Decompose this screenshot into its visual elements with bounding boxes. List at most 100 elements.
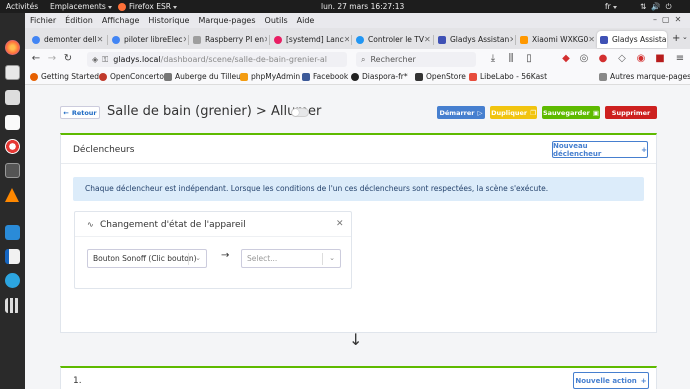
arrow-left-icon: ← <box>63 108 69 117</box>
tab[interactable]: [systemd] Lanc ✕ <box>271 31 349 48</box>
bookmark-icon <box>469 72 477 81</box>
tab-label: Gladys Assistan <box>450 35 510 44</box>
places-menu[interactable]: Emplacements <box>50 2 112 11</box>
arrow-right-icon: → <box>221 250 230 261</box>
close-window-icon[interactable]: ✕ <box>675 15 682 24</box>
writer-icon[interactable] <box>5 225 20 240</box>
camera-icon[interactable] <box>5 90 20 105</box>
library-icon[interactable]: ⫼ <box>504 52 518 66</box>
network-icon: ⇅ <box>640 1 647 11</box>
other-bookmarks[interactable]: Autres marque-pages <box>599 72 690 81</box>
lock-icon: ⚿ <box>102 54 109 64</box>
select-separator <box>188 253 189 265</box>
bookmark[interactable]: LibeLabo - 56Kast <box>469 72 547 81</box>
menu-edition[interactable]: Édition <box>65 16 93 25</box>
duplicate-label: Dupliquer <box>491 108 528 117</box>
menu-historique[interactable]: Historique <box>148 16 189 25</box>
back-button[interactable]: ← Retour <box>60 106 100 119</box>
gnome-top-bar: Activités Emplacements Firefox ESR lun. … <box>0 0 690 13</box>
close-tab-icon[interactable]: ✕ <box>264 35 267 44</box>
tab[interactable]: Raspberry PI en✕ <box>190 31 267 48</box>
extension-icon[interactable]: ◉ <box>634 52 648 66</box>
help-icon[interactable] <box>5 139 20 154</box>
mail-icon[interactable] <box>5 65 20 80</box>
activities-button[interactable]: Activités <box>6 2 38 11</box>
show-apps-icon[interactable] <box>5 298 20 313</box>
start-button[interactable]: Démarrer ▷ <box>437 106 485 119</box>
bookmark[interactable]: OpenConcerto <box>99 72 164 81</box>
tab[interactable]: piloter libreElec ✕ <box>109 31 186 48</box>
tab[interactable]: Xiaomi WXKG0 ✕ <box>517 31 594 48</box>
document-icon[interactable] <box>5 115 20 130</box>
tab[interactable]: Gladys Assistan ✕ <box>435 31 513 48</box>
close-tab-icon[interactable]: ✕ <box>588 35 594 44</box>
bookmark-label: phpMyAdmin <box>251 72 301 81</box>
clock[interactable]: lun. 27 mars 16:27:13 <box>321 2 404 11</box>
tab-active[interactable]: Gladys Assistan✕ <box>597 31 667 48</box>
menu-outils[interactable]: Outils <box>265 16 288 25</box>
vlc-icon[interactable] <box>5 188 20 203</box>
bookmark[interactable]: Diaspora-fr* <box>351 72 408 81</box>
diaspora-icon <box>351 72 359 81</box>
extension-icon[interactable]: ◆ <box>559 52 573 66</box>
close-icon[interactable]: ✕ <box>336 219 344 229</box>
state-select[interactable]: Select... ⌄ <box>241 249 341 268</box>
search-input[interactable]: ⌕ Rechercher <box>356 52 476 67</box>
menu-affichage[interactable]: Affichage <box>102 16 140 25</box>
text-document-icon[interactable] <box>5 249 20 264</box>
files-icon[interactable] <box>5 163 20 178</box>
menu-aide[interactable]: Aide <box>297 16 315 25</box>
delete-button[interactable]: Supprimer <box>605 106 657 119</box>
search-icon: ⌕ <box>361 54 366 64</box>
triggers-card-header: Déclencheurs Nouveau déclencheur + <box>61 135 656 164</box>
bookmark[interactable]: Getting Started <box>30 72 99 81</box>
extension-icon[interactable]: ◎ <box>577 52 591 66</box>
minimize-icon[interactable]: – <box>653 15 657 24</box>
bookmark[interactable]: OpenStore <box>415 72 466 81</box>
close-tab-icon[interactable]: ✕ <box>97 35 104 44</box>
tab[interactable]: demonter dell ✕ <box>29 31 105 48</box>
menu-hamburger-icon[interactable]: ≡ <box>673 52 687 66</box>
tab-label: demonter dell <box>44 35 97 44</box>
close-tab-icon[interactable]: ✕ <box>424 35 431 44</box>
url-bar[interactable]: ◈ ⚿ gladys.local/dashboard/scene/salle-d… <box>87 52 347 67</box>
vlc-cone <box>5 188 19 202</box>
close-tab-icon[interactable]: ✕ <box>509 35 513 44</box>
new-action-button[interactable]: Nouvelle action + <box>573 372 649 389</box>
menu-marque-pages[interactable]: Marque-pages <box>198 16 255 25</box>
tab[interactable]: Controler le TV ✕ <box>353 31 431 48</box>
facebook-icon <box>302 72 310 81</box>
close-tab-icon[interactable]: ✕ <box>344 35 349 44</box>
extension-icon[interactable]: ◇ <box>615 52 629 66</box>
device-select[interactable]: Bouton Sonoff (Clic bouton) ⌄ <box>87 249 207 268</box>
save-button[interactable]: Sauvegarder ▣ <box>542 106 600 119</box>
new-trigger-button[interactable]: Nouveau déclencheur + <box>552 141 648 158</box>
menubar: Fichier Édition Affichage Historique Mar… <box>25 13 690 28</box>
bookmark[interactable]: phpMyAdmin <box>240 72 300 81</box>
downloads-icon[interactable]: ⤓ <box>486 52 500 66</box>
tab-bar: demonter dell ✕ piloter libreElec ✕ Raspbe… <box>25 28 690 49</box>
duplicate-button[interactable]: Dupliquer ❐ <box>490 106 537 119</box>
bookmark[interactable]: Auberge du Tilleul <box>164 72 243 81</box>
keyboard-layout[interactable]: fr <box>605 2 617 11</box>
system-tray[interactable]: ⇅ 🔊 ⏻ <box>640 2 672 12</box>
extension-icon[interactable]: ■ <box>653 52 667 66</box>
telegram-icon[interactable] <box>5 273 20 288</box>
back-icon[interactable]: ← <box>29 52 43 66</box>
close-tab-icon[interactable]: ✕ <box>183 35 186 44</box>
extension-icon[interactable]: ● <box>596 52 610 66</box>
scene-active-toggle[interactable] <box>291 108 309 117</box>
bookmark[interactable]: Facebook <box>302 72 348 81</box>
firefox-icon[interactable] <box>5 40 20 55</box>
favicon-icon <box>112 35 120 44</box>
list-tabs-icon[interactable]: ⌄ <box>682 33 688 41</box>
menu-fichier[interactable]: Fichier <box>30 16 56 25</box>
tab-label: Gladys Assistan <box>612 35 667 44</box>
keyboard-layout-label: fr <box>605 2 611 11</box>
maximize-icon[interactable]: ▢ <box>662 15 670 24</box>
reload-icon[interactable]: ↻ <box>61 52 75 66</box>
sidebar-icon[interactable]: ▯ <box>522 52 536 66</box>
forward-icon[interactable]: → <box>45 52 59 66</box>
new-tab-icon[interactable]: + <box>672 33 680 44</box>
app-menu[interactable]: Firefox ESR <box>118 2 177 11</box>
